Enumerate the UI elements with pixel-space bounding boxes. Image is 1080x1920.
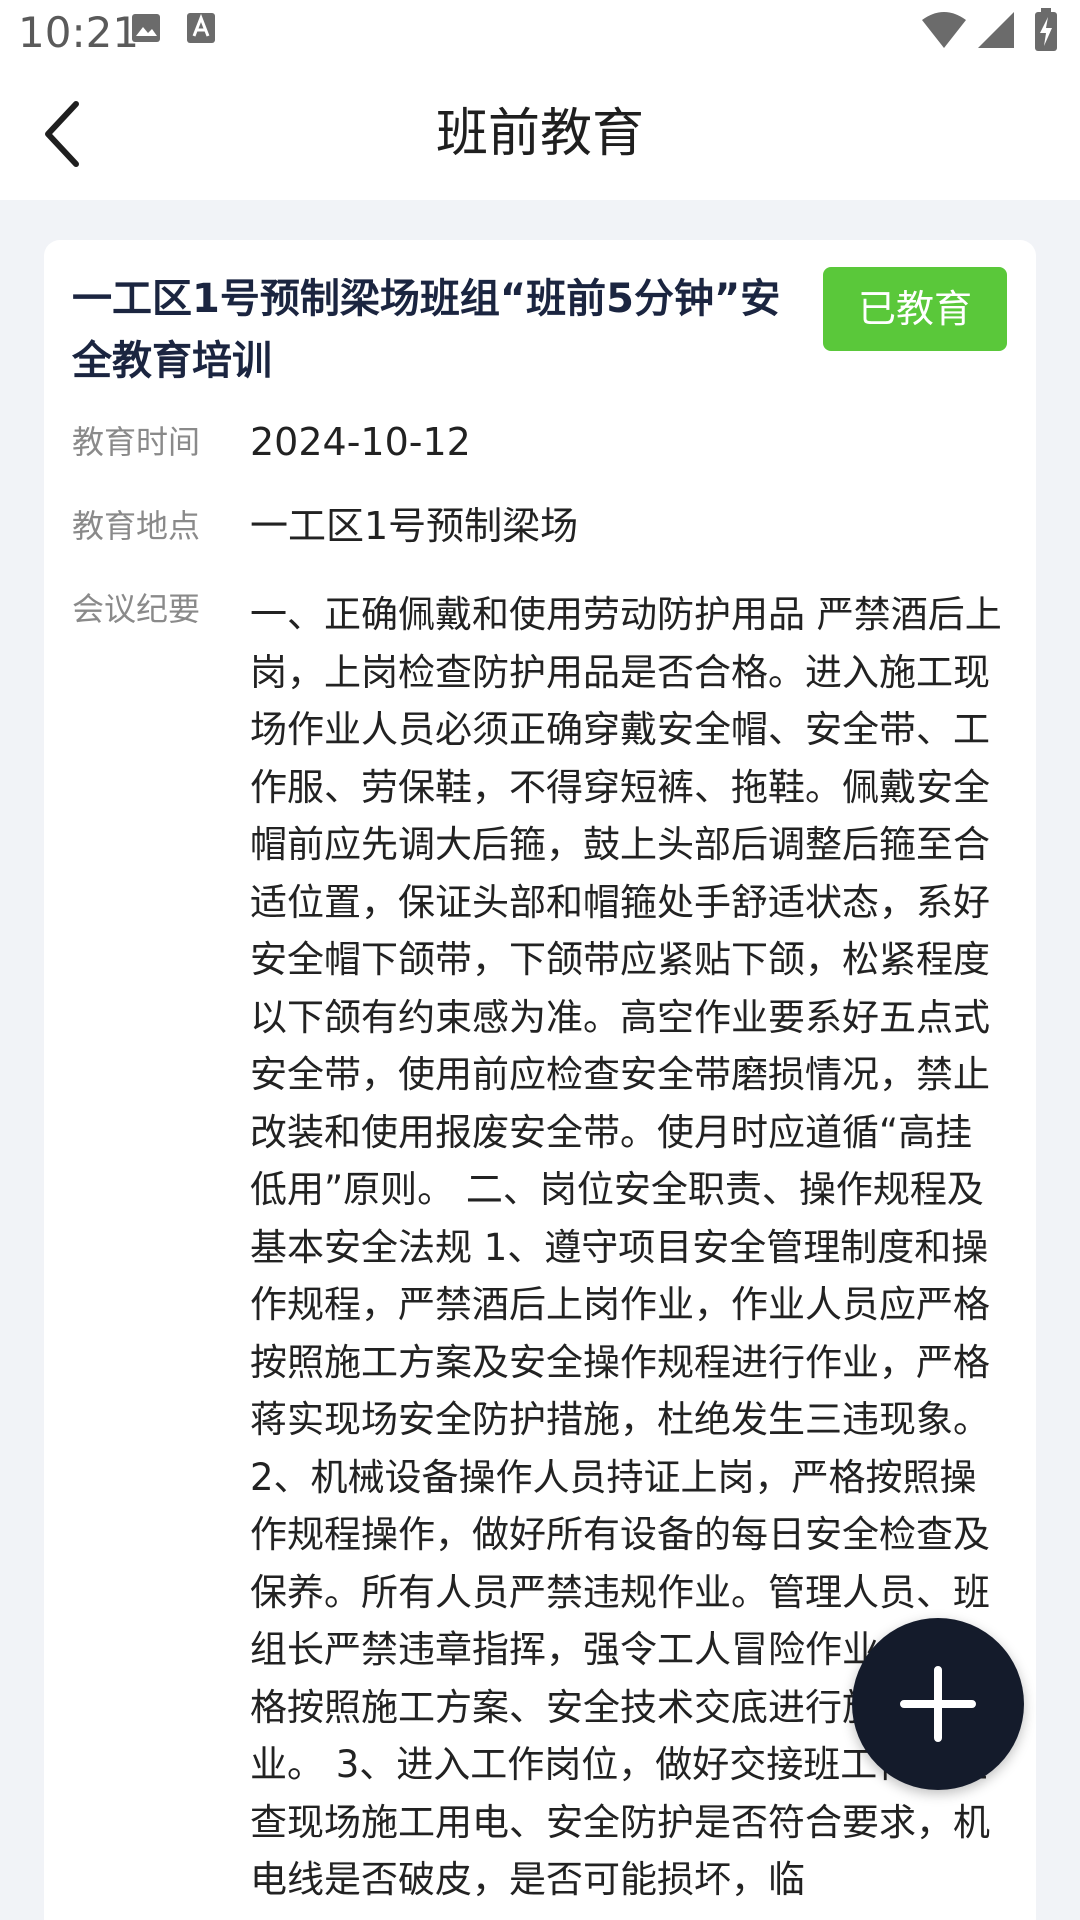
meeting-summary-label: 会议纪要 — [72, 590, 201, 628]
plus-icon — [900, 1666, 976, 1742]
screen: 10:21 班前教育 一工区1号预制梁场班组“班前5分钟”安全教育培训 已教育 … — [0, 0, 1080, 1920]
battery-charging-icon — [1035, 8, 1057, 51]
text-a-icon — [187, 13, 215, 43]
record-title: 一工区1号预制梁场班组“班前5分钟”安全教育培训 — [72, 276, 781, 384]
education-location-label: 教育地点 — [72, 507, 201, 545]
page-title: 班前教育 — [435, 104, 644, 164]
status-time: 10:21 — [18, 8, 140, 57]
status-bar: 10:21 — [0, 0, 1080, 66]
status-badge: 已教育 — [823, 267, 1007, 351]
signal-icon — [978, 12, 1014, 48]
gallery-icon — [132, 14, 160, 42]
app-header: 班前教育 — [0, 66, 1080, 200]
add-button[interactable] — [852, 1618, 1024, 1790]
education-location-value: 一工区1号预制梁场 — [250, 504, 579, 548]
education-time-label: 教育时间 — [72, 423, 201, 461]
wifi-icon — [922, 12, 966, 48]
education-time-value: 2024-10-12 — [250, 420, 471, 464]
